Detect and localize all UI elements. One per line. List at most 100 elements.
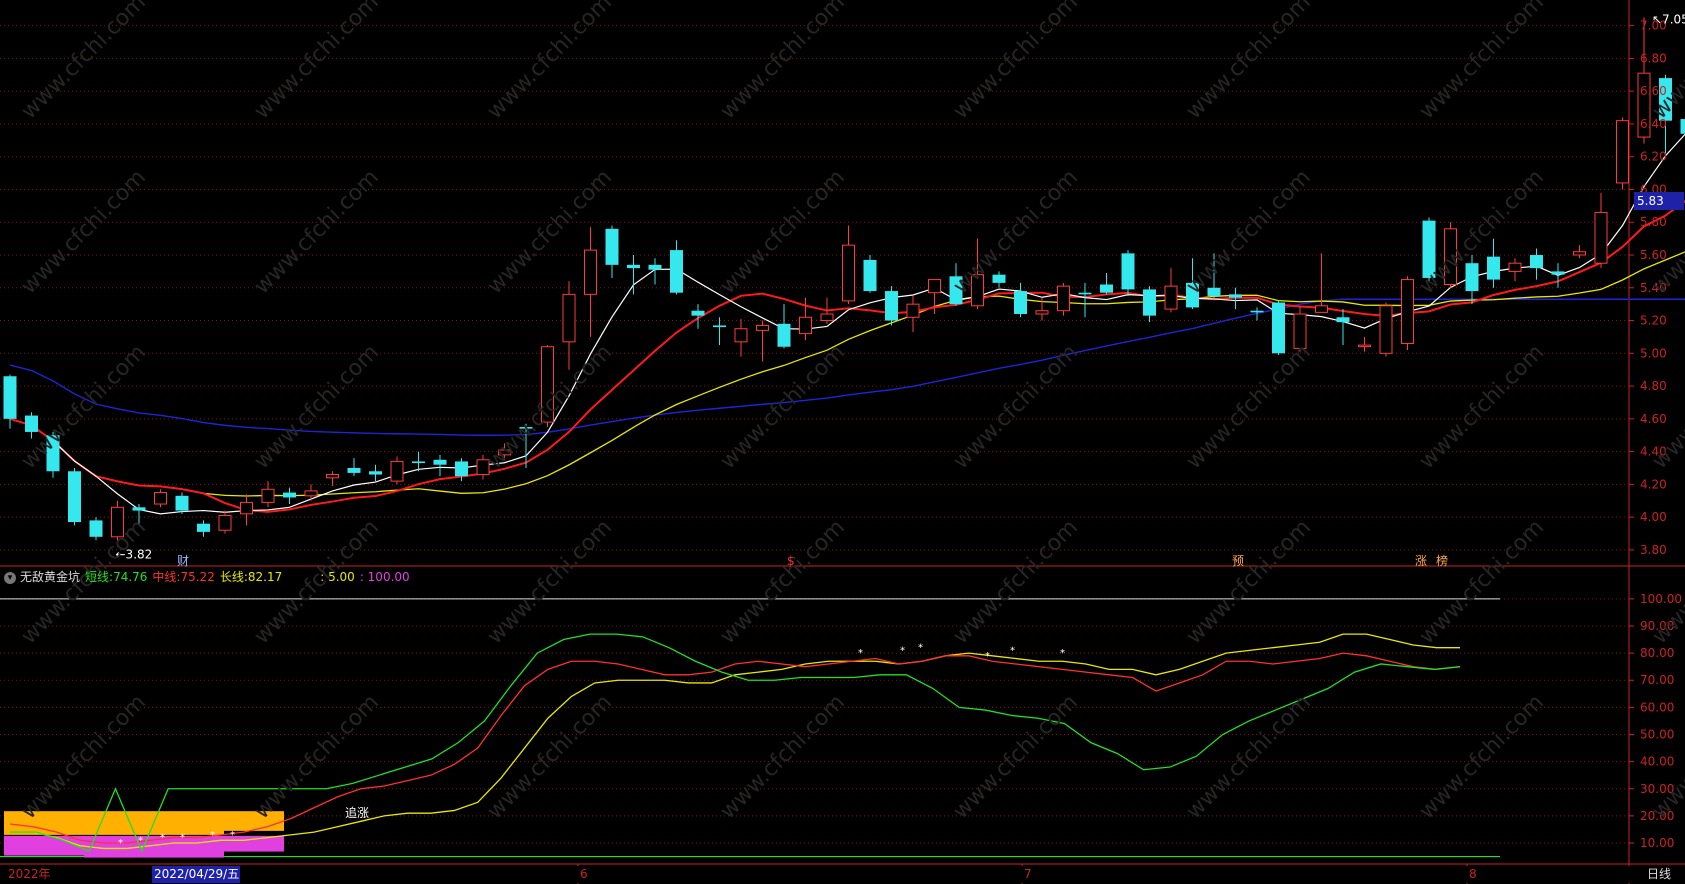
watermark-text: www.cfchi.com [17, 690, 151, 824]
star-marker: * [118, 838, 123, 849]
watermark-text: www.cfchi.com [1415, 0, 1549, 124]
short-line-label: 短线: [85, 570, 114, 584]
candle-body-up [799, 316, 812, 335]
candle-body-up [734, 328, 748, 343]
watermark-text: www.cfchi.com [483, 0, 617, 124]
watermark-text: www.cfchi.com [1182, 0, 1316, 124]
candle-body-up [1616, 120, 1629, 184]
star-marker: * [858, 648, 863, 659]
watermark-text: www.cfchi.com [1415, 340, 1549, 474]
period-label[interactable]: 日线 [1647, 866, 1671, 883]
current-price-badge: 5.83 [1634, 192, 1684, 210]
histogram-yellow [164, 811, 184, 835]
watermark-text: www.cfchi.com [949, 340, 1083, 474]
watermark-text: www.cfchi.com [1415, 515, 1549, 649]
star-marker: * [230, 830, 235, 841]
indicator-name[interactable]: 无敌黄金坑 [20, 570, 80, 584]
watermark-text: www.cfchi.com [716, 0, 850, 124]
watermark-text: www.cfchi.com [949, 515, 1083, 649]
candle-body-down [605, 228, 619, 265]
price-tick-label: 4.80 [1640, 379, 1667, 393]
long-line-value: 82.17 [247, 570, 283, 584]
indicator-tick-label: 40.00 [1640, 755, 1674, 769]
price-tick-label: 4.20 [1640, 477, 1667, 491]
watermark-text: www.cfchi.com [716, 165, 850, 299]
star-marker: * [160, 833, 165, 844]
candle-body-down [175, 495, 189, 511]
star-marker: * [1010, 645, 1015, 656]
price-tick-label: 6.80 [1640, 51, 1667, 65]
watermark-text: www.cfchi.com [250, 0, 384, 124]
candle-body-down [25, 415, 38, 432]
candle-body-down [1078, 292, 1092, 295]
marker-yu: 预 [1232, 554, 1245, 568]
histogram-yellow [4, 811, 24, 835]
candle-body-down [648, 264, 662, 270]
star-marker: * [918, 643, 923, 654]
candle-body-up [562, 293, 576, 343]
candle-body-up [218, 514, 232, 531]
ma60-path [9, 298, 1685, 436]
price-tick-label: 5.80 [1640, 215, 1667, 229]
watermark-text: www.cfchi.com [716, 515, 850, 649]
watermark-text: www.cfchi.com [483, 515, 617, 649]
high-price-label: ↖7.05 [1652, 12, 1685, 26]
candle-body-up [326, 474, 339, 479]
date-month-6: 6 [580, 867, 588, 881]
watermark-text: www.cfchi.com [17, 0, 151, 124]
price-tick-label: 4.00 [1640, 510, 1667, 524]
indicator-tick-label: 10.00 [1640, 836, 1674, 850]
candle-body-down [1465, 263, 1479, 292]
candle-body-down [1121, 253, 1135, 290]
candle-body-down [691, 310, 705, 316]
star-marker: * [180, 833, 185, 844]
candle-body-up [1573, 251, 1586, 256]
date-year: 2022年 [8, 867, 51, 881]
candle-body-down [455, 461, 468, 477]
watermark-text: www.cfchi.com [1648, 515, 1685, 649]
histogram-yellow [104, 811, 124, 835]
watermark-text: www.cfchi.com [250, 690, 384, 824]
extra-value-2: : 100.00 [359, 570, 410, 584]
candle-body-up [154, 492, 167, 505]
candle-body-down [197, 523, 210, 532]
candle-body-down [627, 264, 640, 269]
watermark-text: www.cfchi.com [716, 690, 850, 824]
star-marker: * [985, 651, 990, 662]
candle-body-down [1250, 310, 1264, 313]
candle-body-up [820, 313, 834, 322]
candle-body-down [1100, 284, 1113, 293]
price-tick-label: 6.20 [1640, 150, 1667, 164]
candle-body-up [1401, 279, 1414, 344]
cursor-date: 2022/04/29/五 [152, 866, 240, 883]
candle-body-up [584, 249, 597, 295]
candle-body-up [1164, 285, 1178, 310]
watermark-text: www.cfchi.com [1182, 340, 1316, 474]
indicator-tick-label: 60.00 [1640, 700, 1674, 714]
candle-body-down [1143, 289, 1156, 316]
collapse-icon[interactable]: ▾ [4, 571, 16, 584]
candle-body-up [1358, 344, 1371, 348]
long-line-label: 长线: [219, 570, 248, 584]
indicator-tick-label: 70.00 [1640, 673, 1674, 687]
stock-chart[interactable]: * * * * * ** * ** * * 7.006.806.606.406.206.005.8… [0, 0, 1685, 884]
watermark: www.cfchi.com www.cfchi.com www.cfchi.com w… [17, 0, 1685, 824]
mid-line-value: 75.22 [180, 570, 215, 584]
price-tick-label: 4.60 [1640, 412, 1667, 426]
candle-body-down [670, 250, 683, 293]
candle-body-up [756, 324, 769, 331]
ma60-line [9, 298, 1685, 436]
candle-body-down [863, 259, 877, 292]
mid-line-label: 中线: [152, 570, 181, 584]
watermark-text: www.cfchi.com [483, 690, 617, 824]
candle-body-down [713, 325, 726, 328]
indicator-header: ▾ 无敌黄金坑 短线:74.76 中线:75.22 长线:82.17: 5.00: 10… [4, 568, 415, 586]
histogram-magenta [184, 835, 204, 858]
zhuizhang-signal: 追涨 [345, 806, 370, 820]
watermark-text: www.cfchi.com [1415, 690, 1549, 824]
candle-body-up [1508, 262, 1522, 272]
candle-body-down [1551, 271, 1565, 275]
candle-body-up [842, 244, 855, 302]
watermark-text: www.cfchi.com [250, 165, 384, 299]
watermark-text: www.cfchi.com [250, 340, 384, 474]
